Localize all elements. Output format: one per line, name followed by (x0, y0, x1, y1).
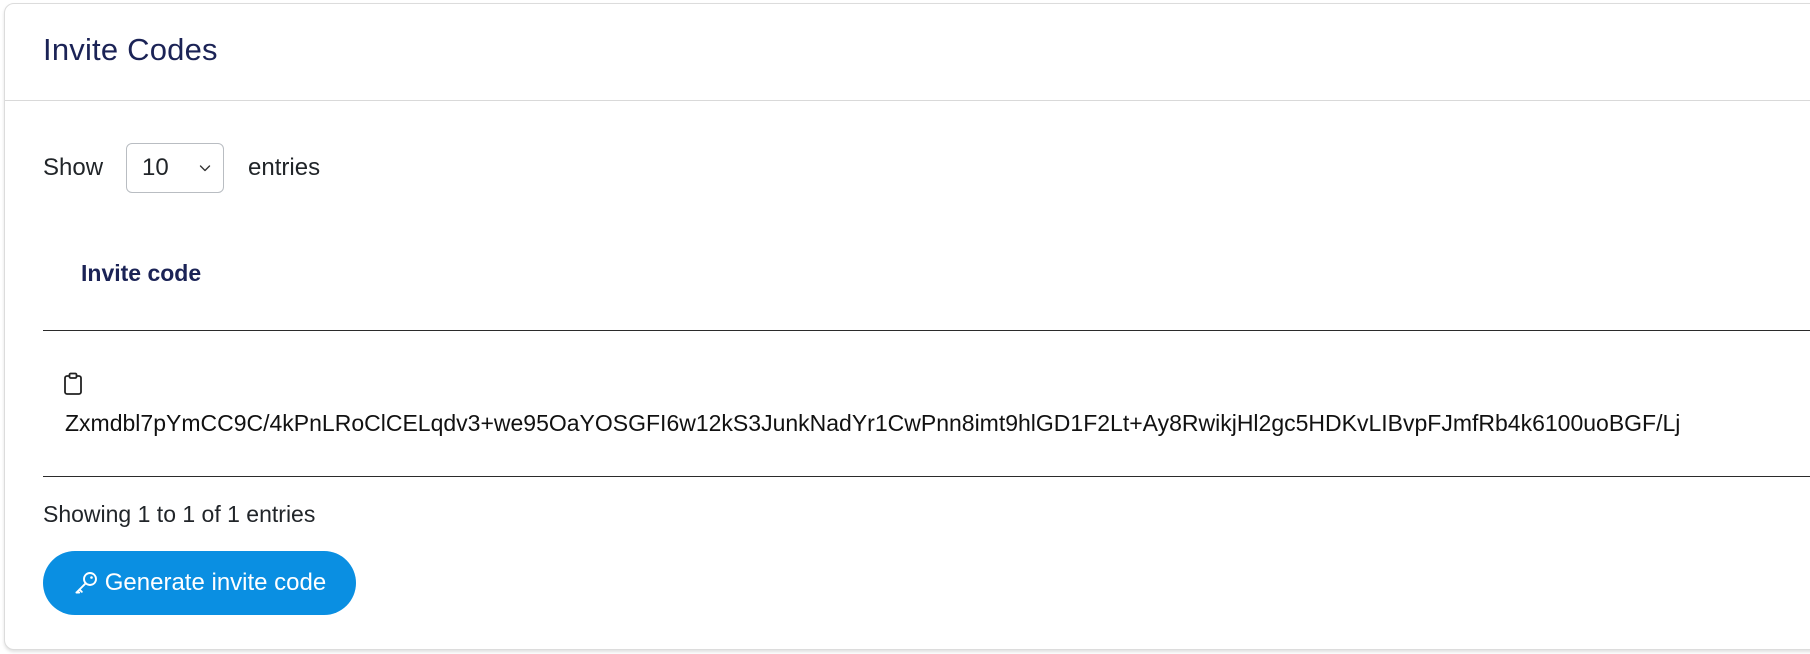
show-label: Show (43, 153, 104, 181)
card-title: Invite Codes (43, 32, 218, 67)
entries-length-control: Show 10 entries (43, 141, 320, 194)
invite-codes-card: Invite Codes Show 10 entries Invite code… (4, 3, 1810, 650)
generate-button-label: Generate invite code (104, 569, 327, 596)
entries-per-page-select[interactable]: 10 (126, 142, 225, 193)
chevron-down-icon (199, 164, 211, 171)
key-icon (75, 572, 97, 594)
table-info: Showing 1 to 1 of 1 entries (43, 501, 316, 527)
entries-label: entries (248, 153, 321, 181)
generate-invite-code-button[interactable]: Generate invite code (43, 551, 356, 615)
page: Invite Codes Show 10 entries Invite code… (0, 0, 1810, 654)
column-header-invite-code[interactable]: Invite code (81, 260, 201, 287)
invite-code-value: Zxmdbl7pYmCC9C/4kPnLRoClCELqdv3+we95OaYO… (65, 410, 1681, 436)
entries-per-page-value: 10 (142, 153, 169, 181)
clipboard-icon[interactable] (63, 372, 83, 396)
table-header-row: Invite code (43, 252, 1810, 331)
card-header: Invite Codes (5, 4, 1810, 101)
table-row: Zxmdbl7pYmCC9C/4kPnLRoClCELqdv3+we95OaYO… (43, 332, 1810, 477)
